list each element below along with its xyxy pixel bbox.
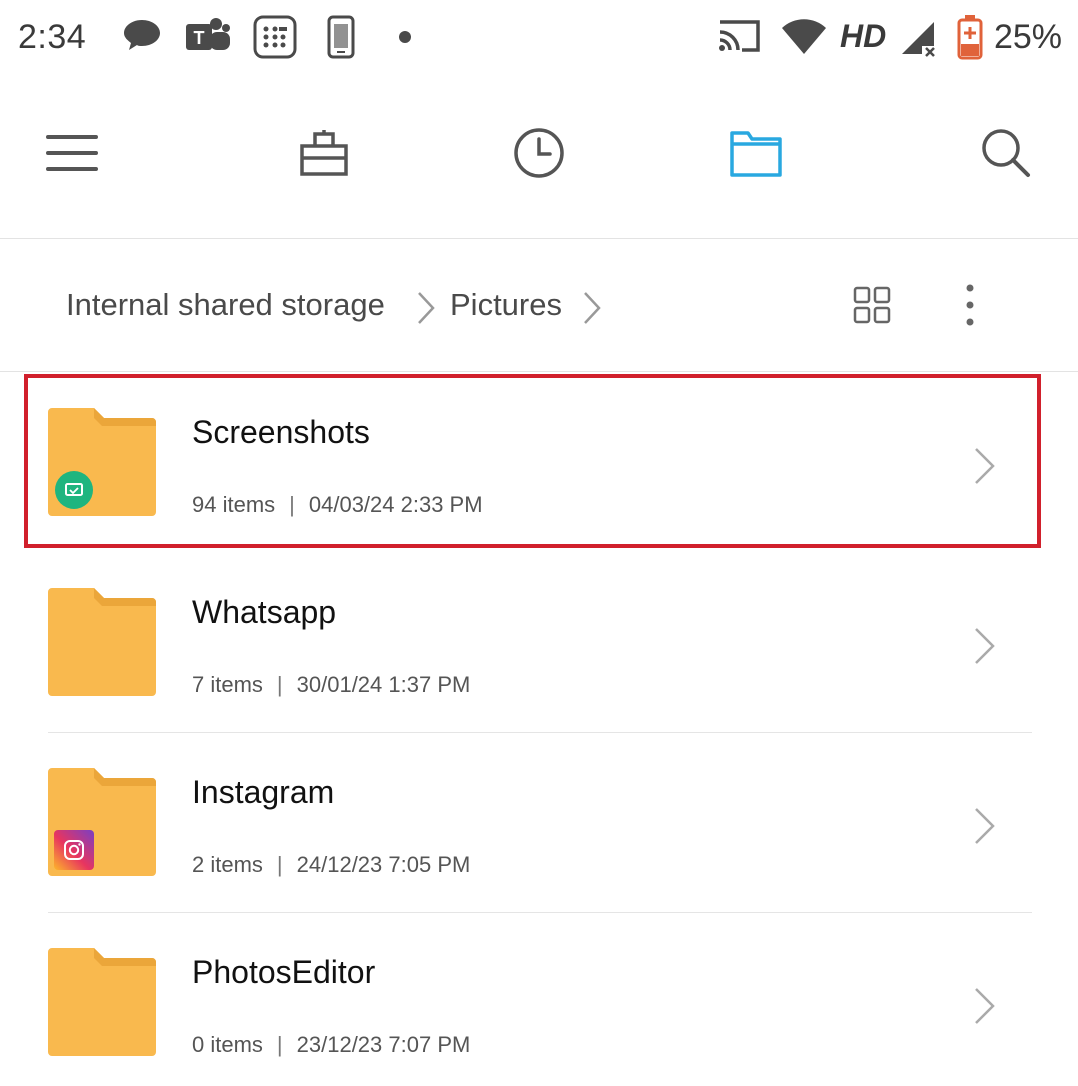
folder-name: PhotosEditor (192, 954, 376, 990)
list-item[interactable]: Instagram 2 items | 24/12/23 7:05 PM (0, 732, 1078, 912)
chevron-right-icon (972, 806, 998, 851)
cast-icon (716, 14, 762, 63)
battery-icon (956, 14, 984, 65)
folder-icon (48, 948, 156, 1056)
breadcrumb-item-internal-storage[interactable]: Internal shared storage (66, 287, 385, 323)
recent-icon (512, 126, 566, 185)
folder-icon (48, 588, 156, 696)
grid-view-button[interactable] (844, 279, 900, 335)
recent-button[interactable] (509, 125, 569, 185)
folder-meta: 2 items | 24/12/23 7:05 PM (192, 852, 471, 877)
folder-name: Whatsapp (192, 594, 337, 630)
folder-item-count: 0 items (192, 1032, 263, 1057)
breadcrumb: Internal shared storage Pictures (0, 239, 1078, 371)
folder-name: Instagram (192, 774, 335, 810)
instagram-badge-icon (54, 830, 94, 870)
list-item[interactable]: PhotosEditor 0 items | 23/12/23 7:07 PM (0, 912, 1078, 1086)
menu-icon (46, 133, 98, 178)
signal-icon (900, 14, 940, 63)
phone-icon (326, 14, 356, 65)
highlight-box (24, 374, 1041, 548)
more-vert-icon (965, 283, 975, 332)
dot-icon (398, 30, 412, 49)
folder-date: 23/12/23 7:07 PM (296, 1032, 471, 1057)
status-bar: 2:34 T HD 25% (0, 0, 1078, 78)
svg-text:T: T (194, 28, 205, 48)
calculator-icon (252, 14, 298, 65)
grid-view-icon (853, 286, 891, 329)
folder-icon (48, 768, 156, 876)
network-type-label: HD (840, 18, 887, 54)
wifi-icon (780, 14, 828, 63)
folder-item-count: 2 items (192, 852, 263, 877)
folder-item-count: 7 items (192, 672, 263, 697)
folder-icon (729, 128, 783, 183)
folder-date: 24/12/23 7:05 PM (296, 852, 471, 877)
toolbox-button[interactable] (294, 125, 354, 185)
chevron-right-icon (972, 626, 998, 671)
teams-icon: T (184, 14, 232, 65)
menu-button[interactable] (42, 125, 102, 185)
folder-date: 30/01/24 1:37 PM (296, 672, 471, 697)
search-icon (980, 127, 1032, 184)
more-options-button[interactable] (942, 279, 998, 335)
chevron-right-icon (416, 291, 436, 330)
toolbox-icon (299, 128, 349, 183)
search-button[interactable] (976, 125, 1036, 185)
files-button[interactable] (726, 125, 786, 185)
status-time: 2:34 (18, 18, 87, 56)
list-item[interactable]: Whatsapp 7 items | 30/01/24 1:37 PM (0, 552, 1078, 732)
breadcrumb-item-pictures[interactable]: Pictures (450, 287, 562, 323)
toolbar (0, 100, 1078, 210)
battery-percentage: 25% (993, 18, 1062, 56)
chevron-right-icon (582, 291, 602, 330)
chevron-right-icon (972, 986, 998, 1031)
folder-meta: 7 items | 30/01/24 1:37 PM (192, 672, 471, 697)
folder-meta: 0 items | 23/12/23 7:07 PM (192, 1032, 471, 1057)
message-icon (122, 14, 162, 63)
